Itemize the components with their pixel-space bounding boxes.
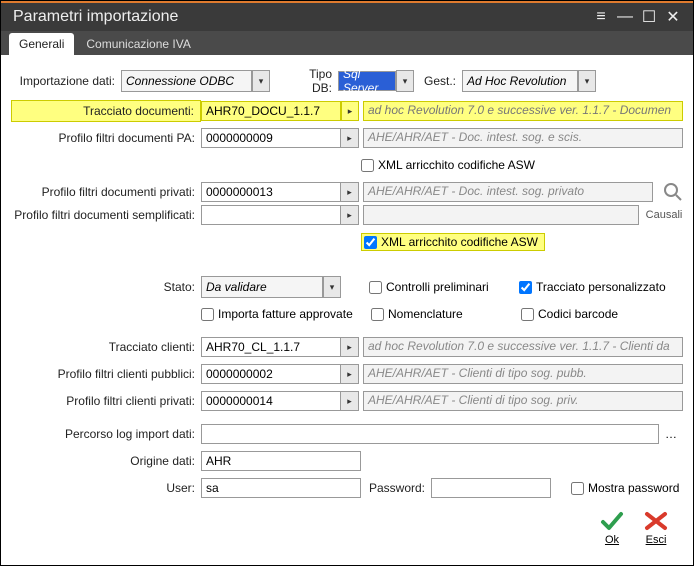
importa-fatture-checkbox[interactable]: Importa fatture approvate (201, 307, 371, 321)
label-importazione-dati: Importazione dati: (11, 74, 121, 88)
label-profilo-cli-priv: Profilo filtri clienti privati: (11, 394, 201, 408)
profilo-cli-priv-desc: AHE/AHR/AET - Clienti di tipo sog. priv. (363, 391, 683, 411)
label-stato: Stato: (11, 280, 201, 294)
profilo-cli-priv-lookup-icon[interactable]: ▸ (341, 391, 359, 411)
esci-label: Esci (646, 534, 667, 546)
profilo-pa-lookup-icon[interactable]: ▸ (341, 128, 359, 148)
stato-select[interactable]: Da validare (201, 276, 323, 298)
tracciato-clienti-input[interactable] (201, 337, 341, 357)
tab-generali[interactable]: Generali (9, 33, 74, 55)
profilo-sempl-input[interactable] (201, 205, 341, 225)
label-profilo-cli-pub: Profilo filtri clienti pubblici: (11, 367, 201, 381)
profilo-cli-pub-input[interactable] (201, 364, 341, 384)
xml-arricchito-1-box[interactable] (361, 159, 374, 172)
tracciato-clienti-lookup-icon[interactable]: ▸ (341, 337, 359, 357)
mostra-password-box[interactable] (571, 482, 584, 495)
window-title: Parametri importazione (13, 8, 589, 26)
tracciato-documenti-desc: ad hoc Revolution 7.0 e successive ver. … (363, 101, 683, 121)
titlebar: Parametri importazione ≡ — ☐ ✕ (1, 1, 693, 31)
profilo-pa-input[interactable] (201, 128, 341, 148)
nomenclature-box[interactable] (371, 308, 384, 321)
cross-icon (643, 510, 669, 532)
label-gest: Gest.: (424, 74, 462, 88)
profilo-cli-pub-desc: AHE/AHR/AET - Clienti di tipo sog. pubb. (363, 364, 683, 384)
origine-dati-input[interactable] (201, 451, 361, 471)
importa-fatture-box[interactable] (201, 308, 214, 321)
close-icon[interactable]: ✕ (661, 5, 685, 29)
importazione-dati-select[interactable]: Connessione ODBC (121, 70, 252, 92)
importazione-dati-dropdown-icon[interactable]: ▾ (252, 70, 270, 92)
label-profilo-sempl: Profilo filtri documenti semplificati: (11, 208, 201, 222)
percorso-log-browse-icon[interactable]: … (659, 427, 683, 441)
xml-arricchito-2-label: XML arricchito codifiche ASW (381, 235, 538, 249)
maximize-icon[interactable]: ☐ (637, 5, 661, 29)
xml-arricchito-1-label: XML arricchito codifiche ASW (378, 158, 535, 172)
label-profilo-privati: Profilo filtri documenti privati: (11, 185, 201, 199)
tab-comunicazione-iva[interactable]: Comunicazione IVA (76, 33, 201, 55)
xml-arricchito-2-box[interactable] (364, 236, 377, 249)
ok-label: Ok (605, 534, 619, 546)
password-input[interactable] (431, 478, 551, 498)
tracciato-documenti-input[interactable] (201, 101, 341, 121)
profilo-sempl-lookup-icon[interactable]: ▸ (341, 205, 359, 225)
tipo-db-dropdown-icon[interactable]: ▾ (396, 70, 414, 92)
mostra-password-checkbox[interactable]: Mostra password (571, 481, 679, 495)
tracciato-clienti-desc: ad hoc Revolution 7.0 e successive ver. … (363, 337, 683, 357)
profilo-privati-desc: AHE/AHR/AET - Doc. intest. sog. privato (363, 182, 653, 202)
label-tracciato-documenti: Tracciato documenti: (11, 100, 201, 122)
user-input[interactable] (201, 478, 361, 498)
xml-arricchito-1-checkbox[interactable]: XML arricchito codifiche ASW (361, 158, 535, 172)
label-origine-dati: Origine dati: (11, 454, 201, 468)
window-frame: Parametri importazione ≡ — ☐ ✕ Generali … (0, 0, 694, 566)
tipo-db-select[interactable]: Sql Server (338, 71, 396, 91)
profilo-pa-desc: AHE/AHR/AET - Doc. intest. sog. e scis. (363, 128, 683, 148)
percorso-log-input[interactable] (201, 424, 659, 444)
tracciato-documenti-lookup-icon[interactable]: ▸ (341, 101, 359, 121)
profilo-privati-input[interactable] (201, 182, 341, 202)
tracciato-personalizzato-checkbox[interactable]: Tracciato personalizzato (519, 280, 666, 294)
tracciato-personalizzato-box[interactable] (519, 281, 532, 294)
controlli-preliminari-checkbox[interactable]: Controlli preliminari (369, 280, 519, 294)
ok-button[interactable]: Ok (599, 510, 625, 546)
tab-bar: Generali Comunicazione IVA (1, 31, 693, 55)
xml-arricchito-2-checkbox[interactable]: XML arricchito codifiche ASW (361, 233, 545, 251)
label-percorso-log: Percorso log import dati: (11, 427, 201, 441)
label-profilo-pa: Profilo filtri documenti PA: (11, 131, 201, 145)
label-user: User: (11, 481, 201, 495)
causali-label: Causali (645, 209, 683, 221)
search-icon (663, 182, 683, 202)
codici-barcode-box[interactable] (521, 308, 534, 321)
profilo-sempl-desc (363, 205, 639, 225)
stato-dropdown-icon[interactable]: ▾ (323, 276, 341, 298)
nomenclature-checkbox[interactable]: Nomenclature (371, 307, 521, 321)
minimize-icon[interactable]: — (613, 5, 637, 29)
check-icon (599, 510, 625, 532)
label-tracciato-clienti: Tracciato clienti: (11, 340, 201, 354)
profilo-privati-lookup-icon[interactable]: ▸ (341, 182, 359, 202)
profilo-cli-pub-lookup-icon[interactable]: ▸ (341, 364, 359, 384)
content-area: Importazione dati: Connessione ODBC ▾ Ti… (1, 55, 693, 565)
gest-select[interactable]: Ad Hoc Revolution (462, 70, 578, 92)
profilo-cli-priv-input[interactable] (201, 391, 341, 411)
label-tipo-db: Tipo DB: (288, 67, 338, 95)
menu-icon[interactable]: ≡ (589, 5, 613, 29)
esci-button[interactable]: Esci (643, 510, 669, 546)
gest-dropdown-icon[interactable]: ▾ (578, 70, 596, 92)
label-password: Password: (361, 481, 431, 495)
codici-barcode-checkbox[interactable]: Codici barcode (521, 307, 618, 321)
controlli-preliminari-box[interactable] (369, 281, 382, 294)
causali-button[interactable] (663, 182, 683, 202)
